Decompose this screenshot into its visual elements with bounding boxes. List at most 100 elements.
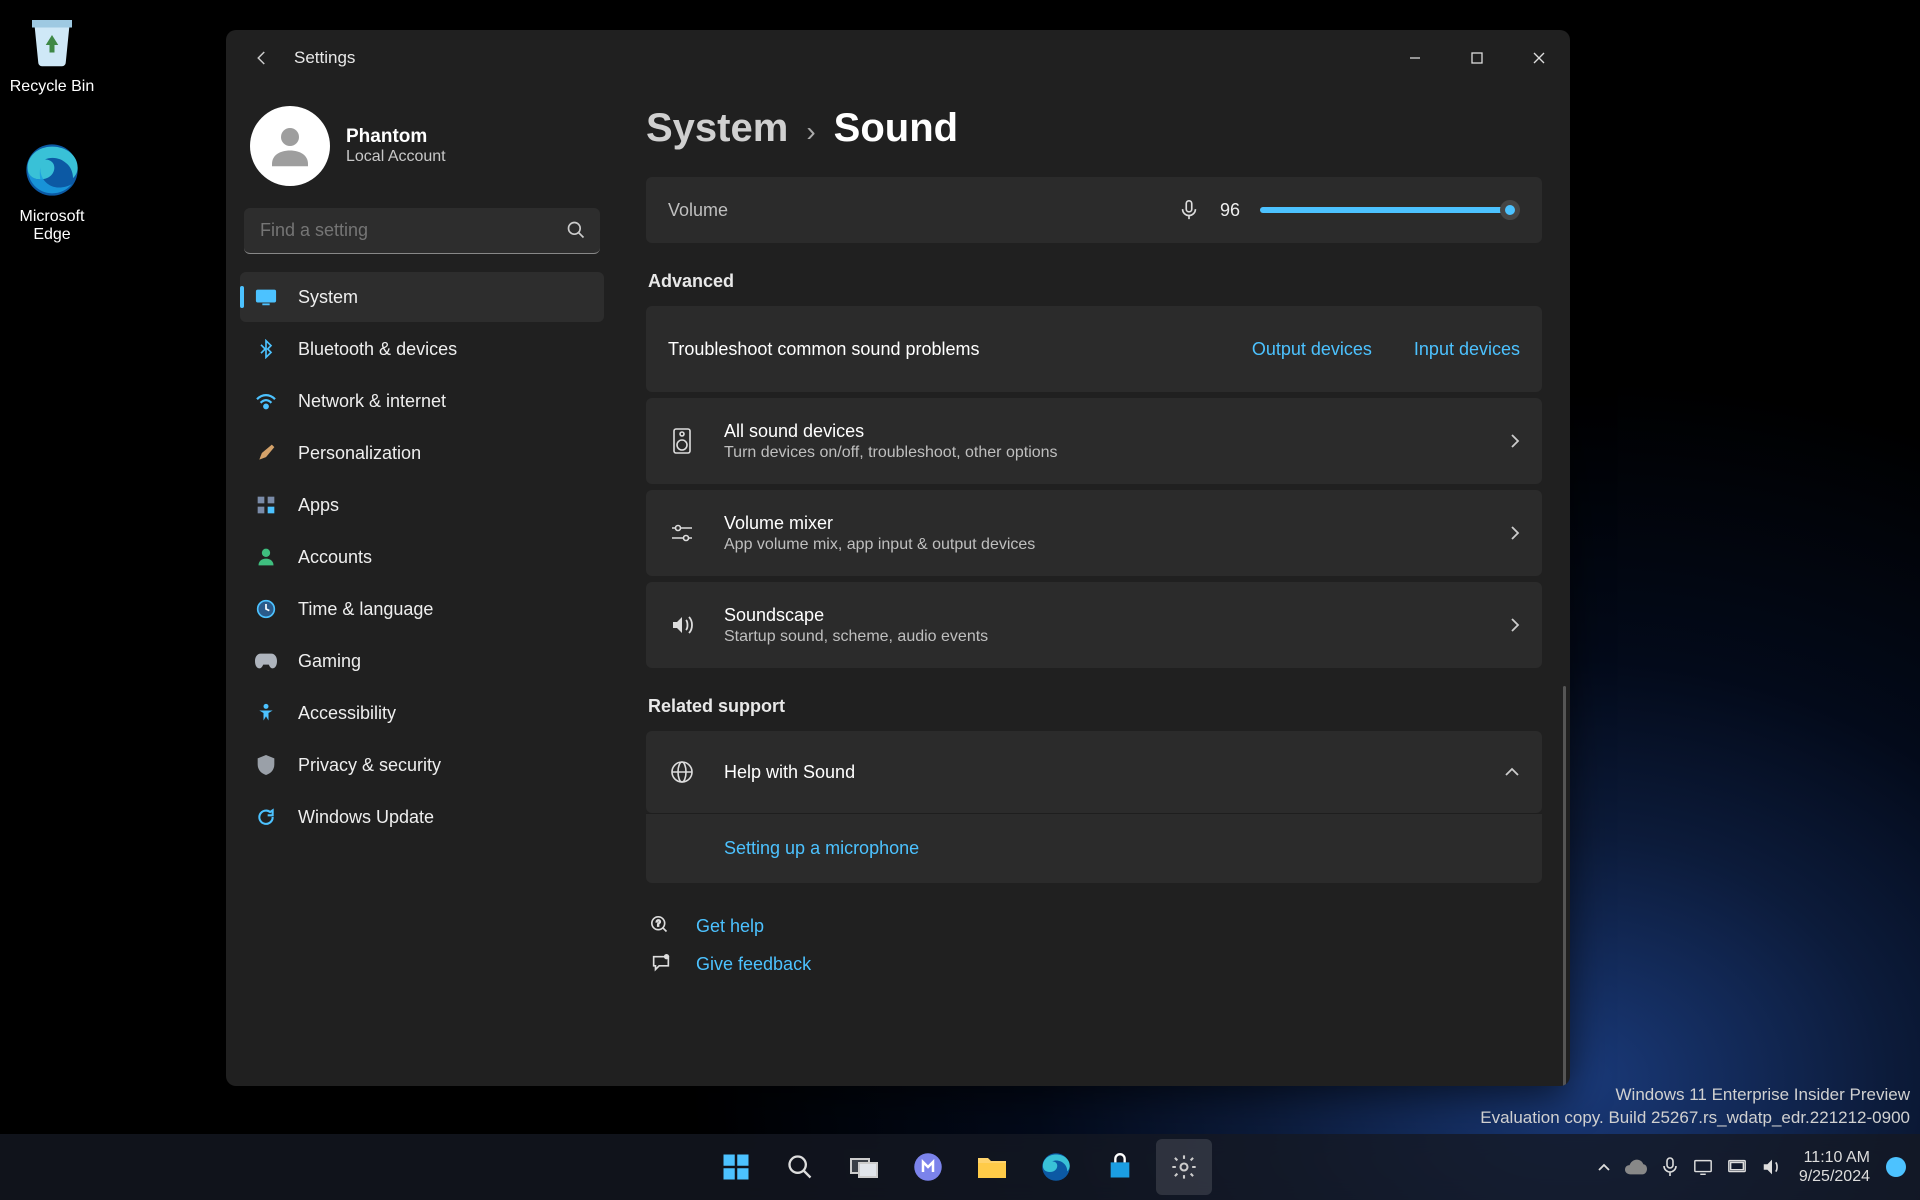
chevron-right-icon	[1510, 433, 1520, 449]
nav-time-language[interactable]: Time & language	[240, 584, 604, 634]
tray-overflow-button[interactable]	[1597, 1162, 1611, 1172]
nav-label: Personalization	[298, 443, 421, 464]
shield-icon	[254, 753, 278, 777]
volume-mixer-row[interactable]: Volume mixer App volume mix, app input &…	[646, 490, 1542, 576]
taskbar-right: 11:10 AM 9/25/2024	[1597, 1148, 1920, 1186]
nav-gaming[interactable]: Gaming	[240, 636, 604, 686]
security-tray-icon[interactable]	[1693, 1158, 1713, 1176]
row-subtitle: Turn devices on/off, troubleshoot, other…	[724, 444, 1058, 462]
mixer-icon	[668, 523, 696, 543]
network-tray-icon[interactable]	[1727, 1158, 1747, 1176]
nav-accessibility[interactable]: Accessibility	[240, 688, 604, 738]
breadcrumb-parent[interactable]: System	[646, 106, 788, 151]
nav-bluetooth[interactable]: Bluetooth & devices	[240, 324, 604, 374]
clock-icon	[254, 597, 278, 621]
chat-button[interactable]	[900, 1139, 956, 1195]
watermark-line1: Windows 11 Enterprise Insider Preview	[1480, 1084, 1910, 1107]
link-label: Give feedback	[696, 954, 811, 975]
watermark-line2: Evaluation copy. Build 25267.rs_wdatp_ed…	[1480, 1107, 1910, 1130]
volume-label: Volume	[668, 200, 728, 221]
clock[interactable]: 11:10 AM 9/25/2024	[1799, 1148, 1870, 1186]
back-button[interactable]	[244, 40, 280, 76]
volume-card: Volume 96	[646, 177, 1542, 243]
edge-button[interactable]	[1028, 1139, 1084, 1195]
troubleshoot-row: Troubleshoot common sound problems Outpu…	[646, 306, 1542, 392]
store-button[interactable]	[1092, 1139, 1148, 1195]
nav-label: Accessibility	[298, 703, 396, 724]
nav-personalization[interactable]: Personalization	[240, 428, 604, 478]
nav-network[interactable]: Network & internet	[240, 376, 604, 426]
nav-label: Privacy & security	[298, 755, 441, 776]
give-feedback-link[interactable]: Give feedback	[646, 945, 1542, 983]
nav-accounts[interactable]: Accounts	[240, 532, 604, 582]
search-icon	[566, 220, 586, 240]
window-title: Settings	[294, 48, 355, 68]
nav-apps[interactable]: Apps	[240, 480, 604, 530]
volume-slider[interactable]	[1260, 207, 1520, 213]
nav-update[interactable]: Windows Update	[240, 792, 604, 842]
volume-tray-icon[interactable]	[1761, 1157, 1783, 1177]
settings-button[interactable]	[1156, 1139, 1212, 1195]
setup-microphone-link[interactable]: Setting up a microphone	[724, 838, 919, 858]
sidebar: Phantom Local Account System Bluetooth &…	[226, 86, 618, 1086]
content: System › Sound Volume 96 Advanced Troubl…	[618, 86, 1570, 1086]
scrollbar[interactable]	[1563, 686, 1566, 1086]
microphone-icon[interactable]	[1178, 199, 1200, 221]
taskbar: 11:10 AM 9/25/2024	[0, 1134, 1920, 1200]
profile[interactable]: Phantom Local Account	[240, 100, 604, 208]
notification-badge[interactable]	[1886, 1157, 1906, 1177]
microphone-tray-icon[interactable]	[1661, 1157, 1679, 1177]
row-subtitle: App volume mix, app input & output devic…	[724, 536, 1035, 554]
close-button[interactable]	[1508, 30, 1570, 86]
chevron-right-icon	[1510, 525, 1520, 541]
nav: System Bluetooth & devices Network & int…	[240, 272, 604, 842]
speaker-device-icon	[668, 428, 696, 454]
link-label: Get help	[696, 916, 764, 937]
nav-label: Windows Update	[298, 807, 434, 828]
brush-icon	[254, 441, 278, 465]
input-devices-link[interactable]: Input devices	[1414, 339, 1520, 360]
row-title: Soundscape	[724, 605, 988, 626]
update-icon	[254, 805, 278, 829]
edge-icon	[20, 138, 84, 202]
row-title: Volume mixer	[724, 513, 1035, 534]
nav-system[interactable]: System	[240, 272, 604, 322]
task-view-button[interactable]	[836, 1139, 892, 1195]
help-with-sound-row[interactable]: Help with Sound	[646, 731, 1542, 813]
chevron-right-icon	[1510, 617, 1520, 633]
nav-label: Network & internet	[298, 391, 446, 412]
system-icon	[254, 285, 278, 309]
output-devices-link[interactable]: Output devices	[1252, 339, 1372, 360]
desktop-icon-recycle-bin[interactable]: Recycle Bin	[0, 8, 104, 96]
onedrive-icon[interactable]	[1625, 1159, 1647, 1175]
sound-icon	[668, 614, 696, 636]
row-title: All sound devices	[724, 421, 1058, 442]
section-advanced: Advanced	[648, 271, 1542, 292]
person-icon	[254, 545, 278, 569]
get-help-link[interactable]: ? Get help	[646, 907, 1542, 945]
nav-privacy[interactable]: Privacy & security	[240, 740, 604, 790]
titlebar: Settings	[226, 30, 1570, 86]
user-account-type: Local Account	[346, 148, 446, 166]
minimize-button[interactable]	[1384, 30, 1446, 86]
watermark: Windows 11 Enterprise Insider Preview Ev…	[1480, 1084, 1910, 1130]
wifi-icon	[254, 389, 278, 413]
search-box	[244, 208, 600, 254]
nav-label: Accounts	[298, 547, 372, 568]
settings-window: Settings Phantom Local Account	[226, 30, 1570, 1086]
search-input[interactable]	[244, 208, 600, 254]
avatar-icon	[250, 106, 330, 186]
chevron-right-icon: ›	[806, 116, 815, 148]
bluetooth-icon	[254, 337, 278, 361]
troubleshoot-label: Troubleshoot common sound problems	[668, 339, 980, 360]
nav-label: Bluetooth & devices	[298, 339, 457, 360]
volume-value: 96	[1220, 200, 1240, 221]
start-button[interactable]	[708, 1139, 764, 1195]
all-sound-devices-row[interactable]: All sound devices Turn devices on/off, t…	[646, 398, 1542, 484]
system-tray	[1597, 1157, 1783, 1177]
maximize-button[interactable]	[1446, 30, 1508, 86]
search-button[interactable]	[772, 1139, 828, 1195]
soundscape-row[interactable]: Soundscape Startup sound, scheme, audio …	[646, 582, 1542, 668]
explorer-button[interactable]	[964, 1139, 1020, 1195]
desktop-icon-edge[interactable]: Microsoft Edge	[0, 138, 104, 244]
